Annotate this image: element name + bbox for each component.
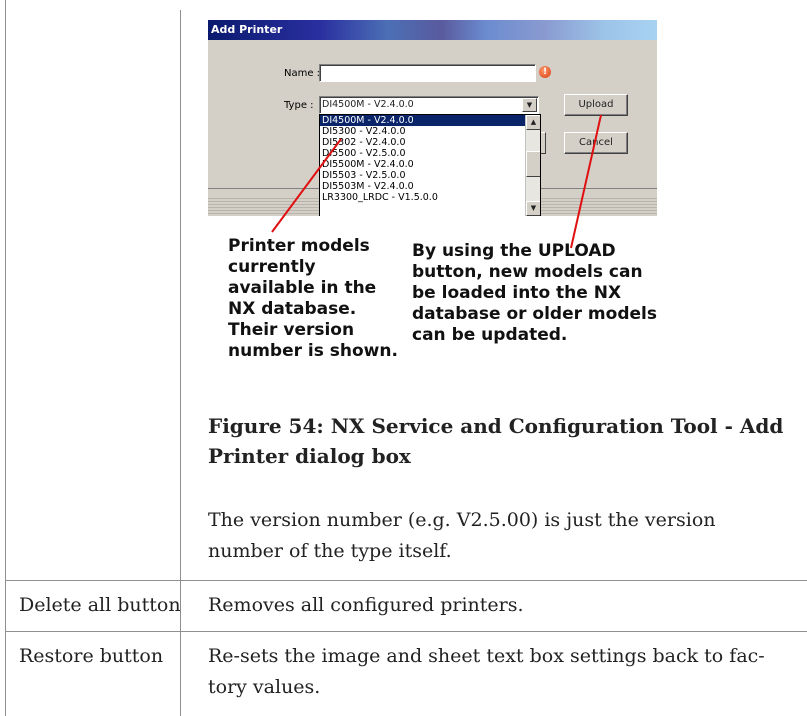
list-item[interactable]: LR3300_LRDC - V1.5.0.0 xyxy=(320,192,540,203)
dialog-title: Add Printer xyxy=(211,23,283,36)
type-dropdown-list[interactable]: DI4500M - V2.4.0.0 DI5300 - V2.4.0.0 DI5… xyxy=(319,114,541,216)
list-item[interactable]: DI5503M - V2.4.0.0 xyxy=(320,181,540,192)
table-left-border xyxy=(5,0,6,716)
scroll-up-icon[interactable]: ▲ xyxy=(526,115,540,130)
list-item[interactable]: DI5300 - V2.4.0.0 xyxy=(320,126,540,137)
list-item[interactable]: DI5500 - V2.5.0.0 xyxy=(320,148,540,159)
upload-button[interactable]: Upload xyxy=(564,94,628,116)
list-item[interactable]: DI5503 - V2.5.0.0 xyxy=(320,170,540,181)
list-item[interactable]: DI4500M - V2.4.0.0 xyxy=(320,115,540,126)
name-label: Name : xyxy=(284,68,321,79)
row-desc-delete-all: Removes all configured printers. xyxy=(208,594,524,616)
row-desc-restore: Re-sets the image and sheet text box set… xyxy=(208,645,765,698)
type-label: Type : xyxy=(284,100,314,111)
type-select-value: DI4500M - V2.4.0.0 xyxy=(322,99,414,110)
row-divider-2 xyxy=(5,631,807,632)
cancel-button[interactable]: Cancel xyxy=(564,132,628,154)
type-select[interactable]: DI4500M - V2.4.0.0 ▼ xyxy=(319,96,539,114)
scroll-thumb[interactable] xyxy=(526,151,540,177)
annotation-upload: By using the UPLOAD button, new models c… xyxy=(412,241,657,345)
dialog-titlebar: Add Printer xyxy=(208,20,657,40)
add-printer-dialog-screenshot: Add Printer Name : ! Type : DI4500M - V2… xyxy=(208,20,657,216)
dropdown-scrollbar[interactable]: ▲ ▼ xyxy=(525,115,540,216)
figure-caption: Figure 54: NX Service and Configuration … xyxy=(208,414,784,468)
row-term-restore: Restore button xyxy=(19,645,164,667)
scroll-down-icon[interactable]: ▼ xyxy=(526,201,540,216)
list-item[interactable]: DI5302 - V2.4.0.0 xyxy=(320,137,540,148)
version-note: The version number (e.g. V2.5.00) is jus… xyxy=(208,509,716,562)
row-term-delete-all: Delete all button xyxy=(19,594,181,616)
error-icon: ! xyxy=(539,66,551,78)
list-item[interactable]: DI5500M - V2.4.0.0 xyxy=(320,159,540,170)
row-divider-1 xyxy=(5,580,807,581)
name-input[interactable] xyxy=(319,64,536,82)
chevron-down-icon[interactable]: ▼ xyxy=(522,98,537,112)
annotation-printer-models: Printer models currently available in th… xyxy=(228,236,398,361)
